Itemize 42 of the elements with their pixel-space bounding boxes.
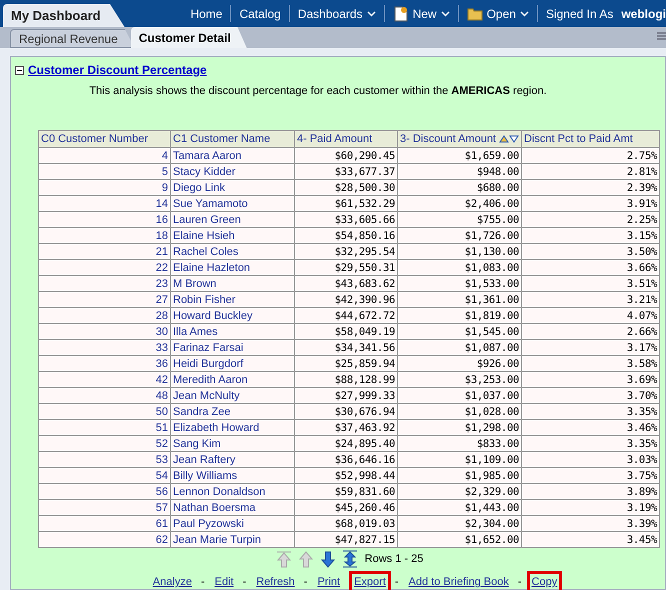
caret-icon xyxy=(440,10,450,16)
link-separator: - xyxy=(200,575,205,590)
footer-link[interactable]: Print xyxy=(312,571,346,590)
nav-link[interactable]: Home xyxy=(182,4,230,22)
nav-menu[interactable]: New xyxy=(384,4,458,22)
column-header[interactable]: Discnt Pct to Paid Amt xyxy=(522,130,660,148)
footer-link[interactable]: Analyze xyxy=(148,571,197,590)
column-header[interactable]: C0 Customer Number xyxy=(38,130,170,148)
column-header[interactable]: C1 Customer Name xyxy=(170,130,294,148)
link-separator: - xyxy=(394,575,399,590)
new-document-icon xyxy=(392,6,409,22)
customer-name-link[interactable]: Jean Marie Turpin xyxy=(170,532,294,548)
rows-range-label: Rows 1 - 25 xyxy=(364,552,424,568)
table-cell: $47,827.15 xyxy=(294,532,398,548)
nav-menu[interactable]: Open xyxy=(458,4,537,22)
nav-menu[interactable]: Dashboards xyxy=(290,4,384,22)
folder-icon xyxy=(466,6,483,20)
sort-icon[interactable] xyxy=(499,134,519,143)
page-tab[interactable]: Customer Detail xyxy=(130,27,247,48)
signed-in-label: Signed In As xyxy=(546,6,614,22)
nav-link[interactable]: Catalog xyxy=(231,4,289,22)
expand-rows-icon[interactable] xyxy=(340,550,359,569)
column-header[interactable]: 3- Discount Amount xyxy=(398,130,522,148)
table-cell: 3.45% xyxy=(522,532,660,548)
table-cell: $1,652.00 xyxy=(398,532,522,548)
section-title-link[interactable]: Customer Discount Percentage xyxy=(28,61,207,79)
footer-link[interactable]: Export xyxy=(349,571,391,590)
footer-link[interactable]: Refresh xyxy=(251,571,300,590)
down-arrow-icon[interactable] xyxy=(318,550,337,569)
caret-icon xyxy=(366,10,376,16)
link-separator: - xyxy=(518,575,522,590)
footer-link[interactable]: Add to Briefing Book xyxy=(404,571,514,590)
customer-number-cell[interactable]: 62 xyxy=(38,532,170,548)
user-menu[interactable]: weblogi xyxy=(621,4,666,22)
caret-icon xyxy=(520,10,529,16)
analysis-description: This analysis shows the discount percentage for each customer within the AMERICAS region. xyxy=(89,84,547,99)
column-header[interactable]: 4- Paid Amount xyxy=(294,130,398,148)
link-separator: - xyxy=(242,575,246,590)
footer-link[interactable]: Edit xyxy=(210,571,239,590)
footer-link[interactable]: Copy xyxy=(526,571,562,590)
collapse-icon[interactable] xyxy=(15,66,24,74)
link-separator: - xyxy=(304,575,308,590)
